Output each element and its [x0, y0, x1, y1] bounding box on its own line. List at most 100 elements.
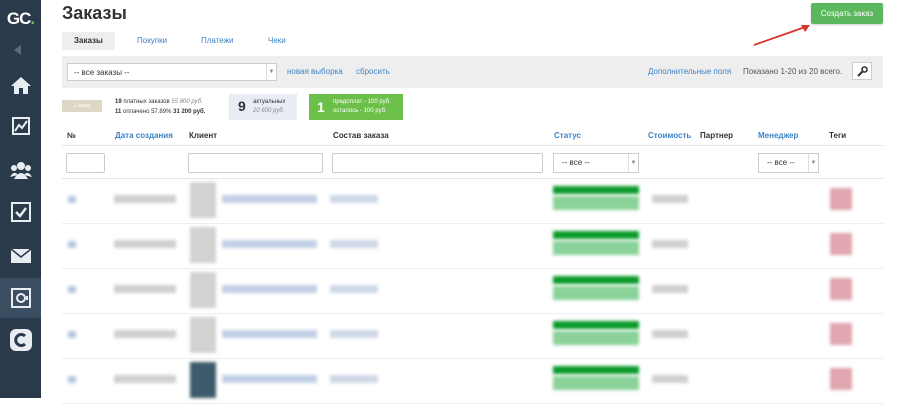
- cost-cell: [652, 375, 688, 383]
- cost-cell: [652, 240, 688, 248]
- table-row[interactable]: [62, 268, 883, 314]
- col-status[interactable]: Статус: [554, 131, 581, 140]
- payed-sum: 31 200 руб.: [173, 109, 206, 115]
- cost-cell: [652, 285, 688, 293]
- composition-cell[interactable]: [330, 285, 378, 293]
- status-bar-light: [553, 241, 639, 255]
- sidebar: GC.: [0, 0, 41, 398]
- annotation-arrow: [753, 25, 810, 46]
- header-divider: [62, 145, 883, 146]
- chart-icon[interactable]: [0, 106, 41, 146]
- table-row[interactable]: [62, 358, 883, 404]
- status-bar-light: [553, 376, 639, 390]
- status-bar: [553, 186, 639, 194]
- paid-count: 19: [115, 99, 122, 105]
- col-manager[interactable]: Менеджер: [758, 131, 798, 140]
- paid-label: платных заказов: [123, 99, 170, 105]
- col-created[interactable]: Дата создания: [115, 131, 173, 140]
- getcourse-logo[interactable]: GC.: [0, 0, 41, 38]
- client-avatar: [190, 317, 216, 353]
- composition-filter-input[interactable]: [332, 153, 543, 173]
- tag-cell: [830, 323, 852, 345]
- composition-cell[interactable]: [330, 330, 378, 338]
- wrench-icon: [856, 65, 868, 77]
- orders-select[interactable]: -- все заказы -- ▼: [67, 63, 277, 81]
- created-date-cell: [114, 375, 176, 383]
- shown-count: Показано 1-20 из 20 всего.: [743, 67, 843, 76]
- orders-select-value: -- все заказы --: [74, 68, 130, 77]
- settings-button[interactable]: [852, 62, 872, 80]
- paid-stats: 19 платных заказов 55 800 руб. 11 оплаче…: [115, 97, 205, 117]
- client-name-cell[interactable]: [222, 330, 317, 338]
- order-number-cell: [68, 196, 76, 203]
- paid-sum: 55 800 руб.: [171, 99, 203, 105]
- tab-payments[interactable]: Платежи: [201, 32, 233, 50]
- composition-cell[interactable]: [330, 195, 378, 203]
- client-avatar: [190, 272, 216, 308]
- composition-cell[interactable]: [330, 240, 378, 248]
- created-date-cell: [114, 240, 176, 248]
- status-bar: [553, 276, 639, 284]
- status-bar: [553, 321, 639, 329]
- table-row[interactable]: [62, 223, 883, 269]
- extra-fields-link[interactable]: Дополнительные поля: [648, 67, 731, 76]
- chevron-down-icon: ▼: [808, 154, 818, 172]
- status-bar: [553, 231, 639, 239]
- new-selection-link[interactable]: новая выборка: [287, 67, 343, 76]
- safe-icon[interactable]: [0, 278, 41, 318]
- logo-text: GC: [6, 9, 31, 28]
- col-client: Клиент: [189, 131, 218, 140]
- mail-icon[interactable]: [0, 236, 41, 276]
- client-name-cell[interactable]: [222, 240, 317, 248]
- col-composition: Состав заказа: [333, 131, 389, 140]
- actual-orders-card[interactable]: 9 актуальных 20 600 руб.: [229, 94, 297, 120]
- client-name-cell[interactable]: [222, 375, 317, 383]
- table-row[interactable]: [62, 178, 883, 224]
- client-avatar: [190, 182, 216, 218]
- reset-link[interactable]: сбросить: [356, 67, 390, 76]
- cost-cell: [652, 330, 688, 338]
- users-icon[interactable]: [0, 150, 41, 190]
- col-tags: Теги: [829, 131, 847, 140]
- composition-cell[interactable]: [330, 375, 378, 383]
- prepaid-label: предоплат - 100 руб.: [333, 99, 391, 105]
- client-avatar: [190, 227, 216, 263]
- col-partner: Партнер: [700, 131, 734, 140]
- manager-filter-select[interactable]: -- все -- ▼: [758, 153, 819, 173]
- order-number-cell: [68, 376, 76, 383]
- tag-cell: [830, 233, 852, 255]
- prepaid-count: 1: [317, 99, 325, 115]
- cost-cell: [652, 195, 688, 203]
- chevron-down-icon: ▼: [628, 154, 638, 172]
- home-icon[interactable]: [0, 65, 41, 105]
- order-number-cell: [68, 241, 76, 248]
- created-date-cell: [114, 330, 176, 338]
- getcourse-icon[interactable]: [0, 320, 41, 360]
- client-name-cell[interactable]: [222, 285, 317, 293]
- remaining-label: осталось - 100 руб.: [333, 108, 387, 114]
- client-filter-input[interactable]: [188, 153, 323, 173]
- order-number-cell: [68, 286, 76, 293]
- col-cost[interactable]: Стоимость: [648, 131, 691, 140]
- client-name-cell[interactable]: [222, 195, 317, 203]
- table-row[interactable]: [62, 313, 883, 359]
- status-bar-light: [553, 331, 639, 345]
- created-date-cell: [114, 285, 176, 293]
- tag-cell: [830, 188, 852, 210]
- tab-purchases[interactable]: Покупки: [137, 32, 167, 50]
- actual-sum: 20 600 руб.: [253, 108, 285, 114]
- create-order-button[interactable]: Создать заказ: [811, 3, 883, 24]
- status-filter-select[interactable]: -- все -- ▼: [553, 153, 639, 173]
- manager-filter-value: -- все --: [767, 158, 795, 167]
- logo-dot: .: [30, 9, 35, 28]
- number-filter-input[interactable]: [66, 153, 105, 173]
- prepaid-card[interactable]: 1 предоплат - 100 руб. осталось - 100 руб…: [309, 94, 403, 120]
- all-orders-badge[interactable]: 1 заказ: [62, 100, 102, 112]
- col-number: №: [67, 131, 76, 140]
- collapse-sidebar-icon[interactable]: [14, 45, 21, 55]
- tab-orders[interactable]: Заказы: [62, 32, 115, 50]
- checkbox-icon[interactable]: [0, 192, 41, 232]
- tab-receipts[interactable]: Чеки: [268, 32, 286, 50]
- status-bar-light: [553, 196, 639, 210]
- status-bar-light: [553, 286, 639, 300]
